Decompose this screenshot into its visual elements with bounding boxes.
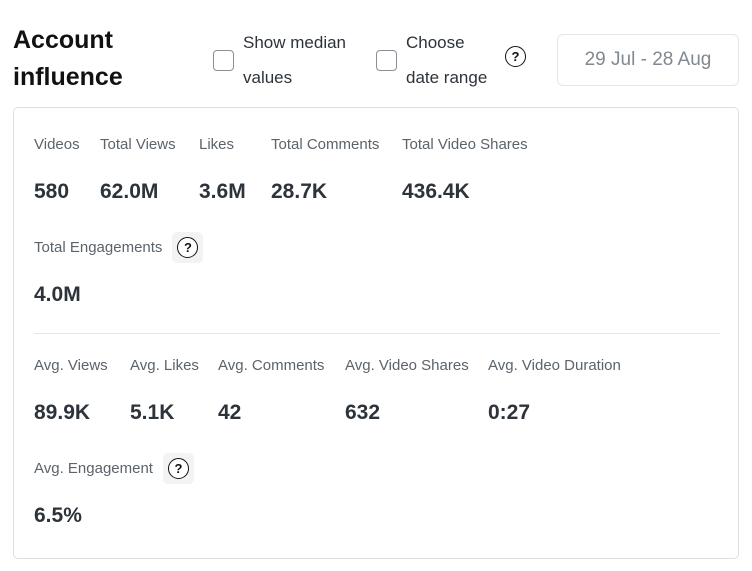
- question-circle-icon[interactable]: ?: [505, 46, 526, 67]
- stat-total-comments: Total Comments 28.7K: [271, 135, 379, 204]
- stat-value: 0:27: [488, 401, 531, 424]
- section-divider: [34, 333, 720, 334]
- stat-value: 6.5%: [34, 504, 82, 527]
- question-circle-icon[interactable]: ?: [167, 458, 189, 479]
- stat-avg-video-duration: Avg. Video Duration 0:27: [488, 356, 621, 425]
- stat-value: 62.0M: [100, 180, 159, 203]
- stat-avg-video-shares: Avg. Video Shares 632: [345, 356, 469, 425]
- stat-value: 28.7K: [271, 180, 328, 203]
- stat-value: 5.1K: [130, 401, 175, 424]
- stat-label: Likes: [199, 136, 235, 153]
- stat-value: 580: [34, 180, 70, 203]
- stat-total-video-shares: Total Video Shares 436.4K: [402, 135, 528, 204]
- stat-label: Total Video Shares: [402, 136, 528, 153]
- choose-date-range-checkbox[interactable]: [376, 49, 397, 71]
- stat-likes: Likes 3.6M: [199, 135, 246, 204]
- stat-value: 436.4K: [402, 180, 470, 203]
- stat-avg-engagement: Avg. Engagement ? 6.5%: [34, 453, 194, 528]
- date-range-button[interactable]: 29 Jul - 28 Aug: [557, 34, 739, 86]
- show-median-toggle[interactable]: Show median values: [213, 25, 363, 95]
- page-title: Account influence: [13, 26, 123, 91]
- choose-date-range-label: Choose date range: [406, 33, 488, 87]
- date-range-help[interactable]: ?: [505, 46, 526, 67]
- stat-label: Avg. Views: [34, 357, 108, 374]
- stat-total-views: Total Views 62.0M: [100, 135, 176, 204]
- total-engagements-help[interactable]: ?: [172, 232, 204, 263]
- stat-label: Total Comments: [271, 136, 380, 153]
- stat-label: Total Engagements: [34, 238, 163, 256]
- stat-videos: Videos 580: [34, 135, 80, 204]
- stat-label: Avg. Comments: [218, 357, 325, 374]
- stat-value: 89.9K: [34, 401, 91, 424]
- stat-label: Videos: [34, 136, 80, 153]
- stat-label: Avg. Engagement: [34, 459, 153, 477]
- stat-total-engagements: Total Engagements ? 4.0M: [34, 232, 204, 307]
- stat-label: Total Views: [100, 136, 176, 153]
- stat-label: Avg. Video Duration: [488, 357, 621, 374]
- stat-label: Avg. Likes: [130, 357, 199, 374]
- stat-avg-comments: Avg. Comments 42: [218, 356, 324, 425]
- question-circle-icon[interactable]: ?: [177, 237, 199, 258]
- stat-value: 4.0M: [34, 283, 81, 306]
- stat-value: 3.6M: [199, 180, 246, 203]
- choose-date-range-toggle[interactable]: Choose date range: [376, 25, 506, 95]
- show-median-label: Show median values: [243, 33, 347, 87]
- stat-avg-views: Avg. Views 89.9K: [34, 356, 108, 425]
- stats-card: Videos 580 Total Views 62.0M Likes 3.6M …: [13, 107, 739, 559]
- account-influence-panel: Account influence Show median values Cho…: [0, 0, 752, 571]
- stat-value: 632: [345, 401, 381, 424]
- stat-avg-likes: Avg. Likes 5.1K: [130, 356, 199, 425]
- avg-engagement-help[interactable]: ?: [162, 453, 194, 484]
- stat-value: 42: [218, 401, 242, 424]
- show-median-checkbox[interactable]: [213, 49, 234, 71]
- stat-label: Avg. Video Shares: [345, 357, 469, 374]
